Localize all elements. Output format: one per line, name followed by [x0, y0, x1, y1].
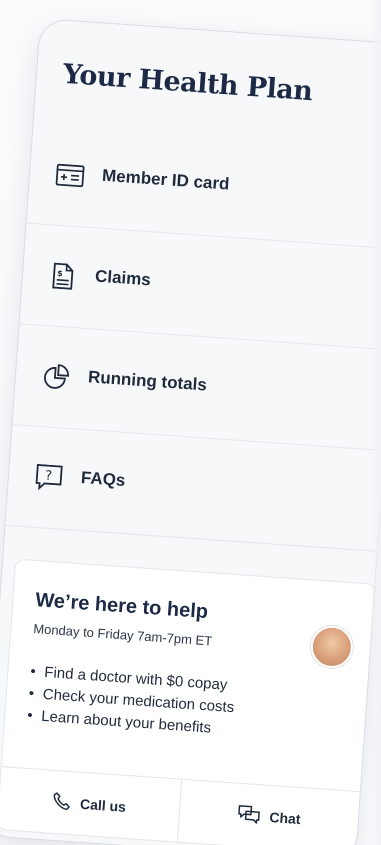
pie-chart-icon	[41, 364, 71, 390]
svg-text:$: $	[57, 269, 64, 278]
svg-text:?: ?	[45, 468, 53, 483]
question-bubble-icon: ?	[34, 463, 64, 491]
call-us-label: Call us	[79, 795, 127, 815]
edge-fade	[369, 0, 381, 845]
menu-item-label: FAQs	[80, 468, 127, 491]
call-us-button[interactable]: Call us	[0, 767, 181, 841]
claims-document-icon: $	[48, 262, 78, 290]
chat-label: Chat	[268, 808, 302, 828]
phone-icon	[51, 791, 70, 813]
health-plan-panel: Your Health Plan Member ID card $ Claims…	[0, 18, 381, 845]
chat-button[interactable]: Chat	[176, 779, 361, 845]
help-bullet-list: Find a doctor with $0 copay Check your m…	[27, 661, 237, 741]
help-actions: Call us Chat	[0, 766, 361, 845]
chat-bubbles-icon	[237, 803, 261, 827]
help-card: We’re here to help Monday to Friday 7am-…	[0, 558, 377, 845]
help-hours: Monday to Friday 7am-7pm ET	[32, 621, 213, 649]
page-title: Your Health Plan	[62, 58, 314, 108]
help-title: We’re here to help	[34, 589, 209, 624]
menu-item-label: Claims	[94, 266, 152, 290]
support-agent-avatar	[309, 624, 355, 670]
menu-item-label: Member ID card	[101, 165, 231, 194]
menu-item-label: Running totals	[87, 367, 208, 395]
id-card-icon	[55, 163, 85, 189]
screen: Your Health Plan Member ID card $ Claims…	[0, 0, 381, 845]
